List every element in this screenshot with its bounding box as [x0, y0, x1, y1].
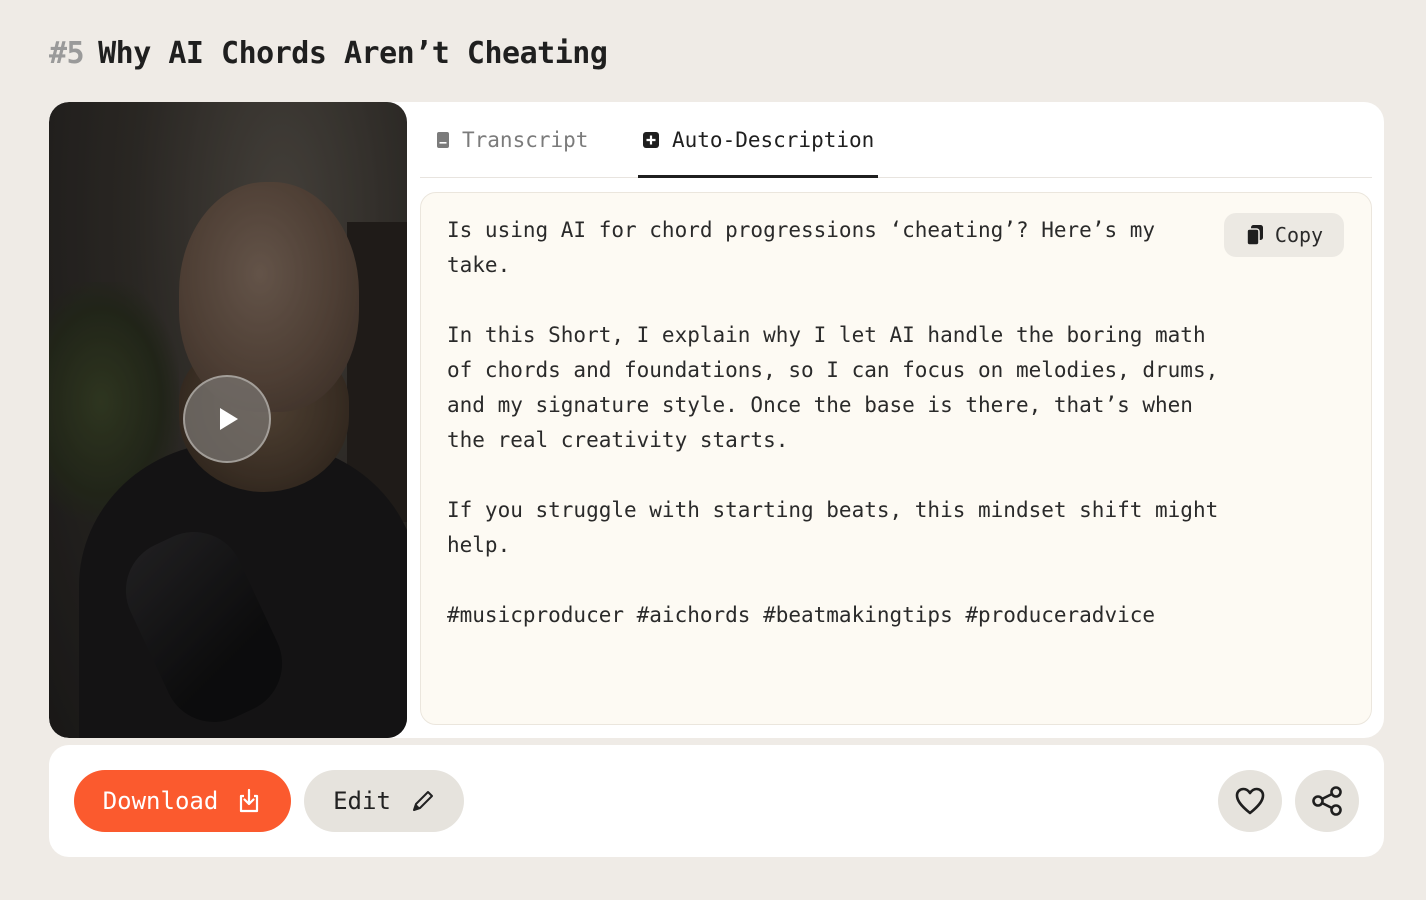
- description-hashtags: #musicproducer #aichords #beatmakingtips…: [447, 603, 1156, 627]
- play-button[interactable]: [183, 375, 271, 463]
- sparkle-plus-icon: [643, 132, 659, 148]
- video-number: #5: [49, 36, 85, 71]
- description-tabs: Transcript Auto-Description: [420, 102, 1372, 178]
- heart-icon: [1235, 787, 1265, 815]
- download-icon: [240, 788, 259, 813]
- like-button[interactable]: [1218, 770, 1282, 832]
- tab-transcript-label: Transcript: [462, 128, 589, 152]
- description-paragraph: Is using AI for chord progressions ‘chea…: [447, 218, 1156, 277]
- description-text: Is using AI for chord progressions ‘chea…: [447, 213, 1227, 668]
- video-player[interactable]: [49, 102, 407, 738]
- action-bar: Download Edit: [49, 745, 1384, 857]
- document-icon: [437, 132, 449, 148]
- description-paragraph: In this Short, I explain why I let AI ha…: [447, 323, 1219, 452]
- page-title: #5 Why AI Chords Aren’t Cheating: [49, 36, 608, 71]
- copy-button[interactable]: Copy: [1224, 213, 1344, 257]
- edit-button-label: Edit: [333, 787, 391, 815]
- tab-transcript[interactable]: Transcript: [436, 102, 588, 178]
- copy-icon: [1246, 225, 1263, 246]
- tab-auto-description-label: Auto-Description: [672, 128, 875, 152]
- tab-auto-description[interactable]: Auto-Description: [638, 102, 879, 178]
- share-button[interactable]: [1295, 770, 1359, 832]
- download-button[interactable]: Download: [74, 770, 291, 832]
- share-icon: [1312, 786, 1342, 816]
- download-button-label: Download: [102, 787, 219, 815]
- pencil-icon: [412, 791, 433, 811]
- video-card: Transcript Auto-Description Is using AI …: [49, 102, 1384, 738]
- video-title: Why AI Chords Aren’t Cheating: [98, 36, 608, 71]
- edit-button[interactable]: Edit: [304, 770, 464, 832]
- copy-button-label: Copy: [1274, 223, 1324, 247]
- description-panel: Is using AI for chord progressions ‘chea…: [420, 192, 1372, 725]
- description-paragraph: If you struggle with starting beats, thi…: [447, 498, 1219, 557]
- play-icon: [220, 408, 238, 430]
